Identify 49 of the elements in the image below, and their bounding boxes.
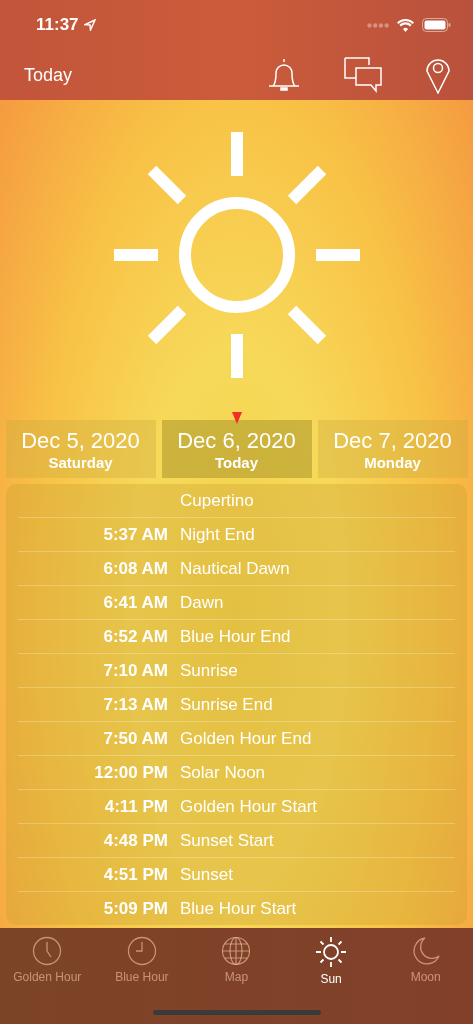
- event-time: 4:11 PM: [103, 796, 169, 817]
- event-time: 4:48 PM: [102, 830, 169, 851]
- event-name: Golden Hour End: [180, 728, 312, 749]
- event-name: Nautical Dawn: [180, 558, 290, 579]
- sun-icon: [111, 130, 362, 380]
- event-time: 12:00 PM: [93, 762, 169, 783]
- event-name: Sunrise End: [180, 694, 273, 715]
- pointer-icon: [231, 412, 242, 424]
- event-time: 7:13 AM: [102, 694, 169, 715]
- event-time: 6:08 AM: [102, 558, 169, 579]
- event-name: Sunset: [180, 864, 233, 885]
- clock-icon: [126, 936, 157, 966]
- map-pin-icon[interactable]: [425, 56, 451, 94]
- location-name: Cupertino: [180, 490, 254, 511]
- wifi-icon: [397, 18, 414, 32]
- tab-item[interactable]: Map: [189, 936, 284, 986]
- event-name: Blue Hour Start: [180, 898, 297, 919]
- nav-title: Today: [24, 64, 74, 86]
- event-time: 7:10 AM: [102, 660, 169, 681]
- event-name: Dawn: [180, 592, 224, 613]
- event-time: 5:37 AM: [102, 524, 169, 545]
- event-name: Sunrise: [180, 660, 238, 681]
- date-card[interactable]: Dec 7, 2020 Monday: [317, 420, 468, 478]
- moon-icon: [410, 936, 441, 966]
- event-name: Sunset Start: [180, 830, 274, 851]
- clock-icon: [32, 936, 63, 966]
- event-time: 7:50 AM: [102, 728, 169, 749]
- tab-item[interactable]: Blue Hour: [94, 936, 190, 986]
- event-name: Blue Hour End: [180, 626, 291, 647]
- battery-icon: [422, 18, 451, 32]
- signal-icon: [367, 22, 389, 28]
- event-name: Night End: [180, 524, 255, 545]
- event-time: 4:51 PM: [102, 864, 169, 885]
- event-time: 6:41 AM: [102, 592, 169, 613]
- event-time: 5:09 PM: [102, 898, 169, 919]
- chat-bubbles-icon[interactable]: [343, 56, 383, 94]
- tab-item[interactable]: Golden Hour: [0, 936, 95, 986]
- globe-icon: [221, 936, 252, 966]
- sun-icon: [315, 936, 348, 968]
- event-time: 6:52 AM: [102, 626, 169, 647]
- tab-item[interactable]: Moon: [378, 936, 473, 986]
- location-arrow-icon: [83, 19, 96, 31]
- bell-icon[interactable]: [267, 57, 301, 93]
- date-card[interactable]: Dec 5, 2020 Saturday: [5, 420, 156, 478]
- status-time: 11:37: [36, 15, 79, 35]
- event-name: Golden Hour Start: [180, 796, 317, 817]
- tab-item[interactable]: Sun: [283, 936, 379, 986]
- date-card[interactable]: Dec 6, 2020 Today: [161, 420, 312, 478]
- event-name: Solar Noon: [180, 762, 266, 783]
